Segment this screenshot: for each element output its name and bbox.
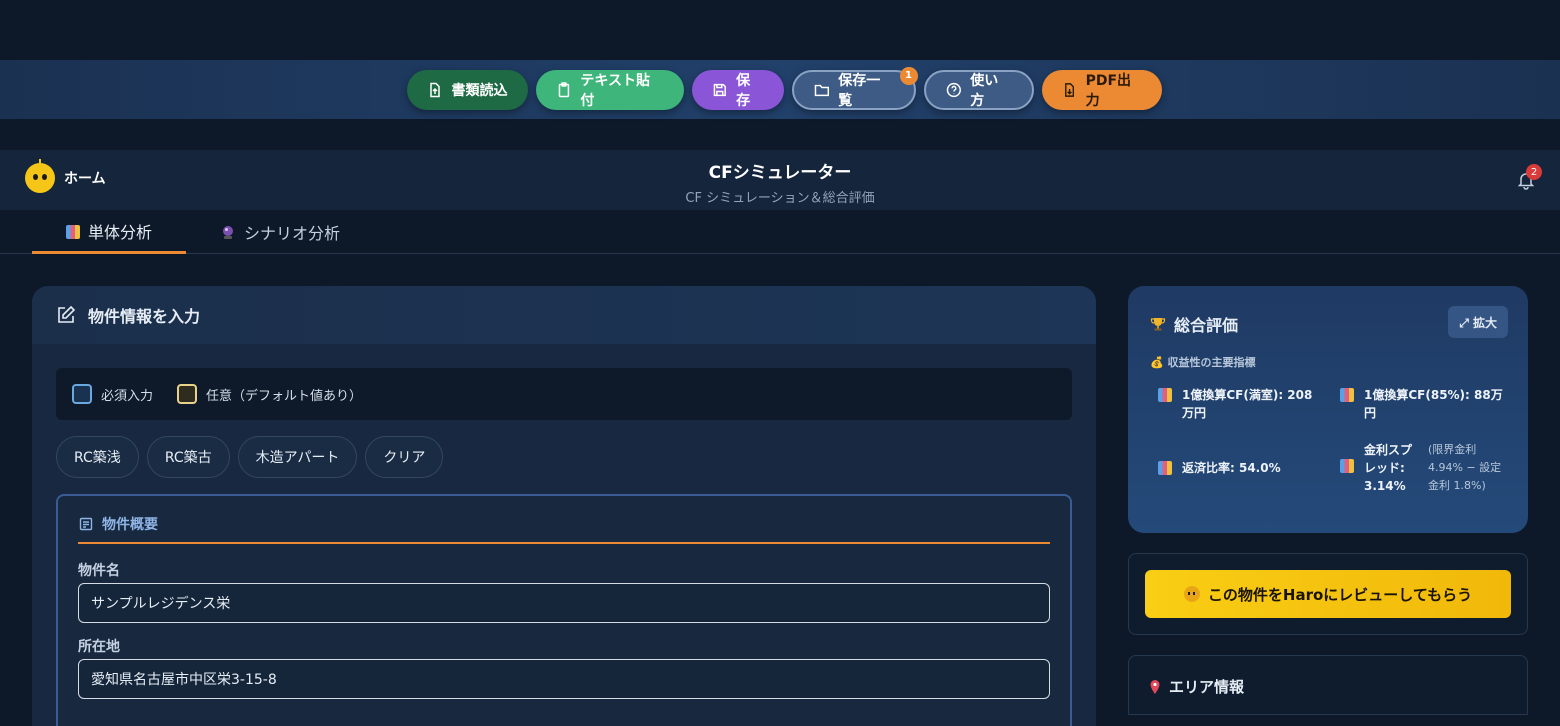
clear-button[interactable]: クリア bbox=[365, 436, 444, 478]
money-bag-icon: 💰 bbox=[1150, 356, 1164, 369]
notifications-button[interactable]: 2 bbox=[1516, 164, 1542, 190]
metric-repayment-value: 返済比率: 54.0% bbox=[1182, 461, 1281, 475]
saved-list-label: 保存一覧 bbox=[838, 72, 881, 109]
review-card: この物件をHaroにレビューしてもらう bbox=[1128, 553, 1528, 635]
read-docs-label: 書類読込 bbox=[451, 82, 508, 99]
notification-badge: 2 bbox=[1526, 164, 1542, 180]
property-input-panel: 物件情報を入力 必須入力 任意（デフォルト値あり） RC築浅 RC築古 木造アパ… bbox=[32, 286, 1096, 726]
file-upload-icon bbox=[429, 82, 440, 97]
area-info-label: エリア情報 bbox=[1169, 678, 1245, 696]
request-review-label: この物件をHaroにレビューしてもらう bbox=[1207, 585, 1473, 604]
request-review-button[interactable]: この物件をHaroにレビューしてもらう bbox=[1145, 570, 1511, 618]
metric-spread: 金利スプレッド: 3.14% (限界金利4.94% − 設定金利 1.8%) bbox=[1340, 441, 1516, 495]
legend-required: 必須入力 bbox=[72, 384, 153, 404]
section-divider bbox=[78, 542, 1050, 544]
toolbar: 書類読込 テキスト貼付 保存 保存一覧 1 使い方 PDF出力 bbox=[0, 60, 1560, 119]
input-legend: 必須入力 任意（デフォルト値あり） bbox=[56, 368, 1072, 420]
address-label: 所在地 bbox=[78, 639, 120, 655]
metrics-heading: 💰 収益性の主要指標 bbox=[1150, 354, 1256, 370]
metric-spread-value: 金利スプレッド: 3.14% bbox=[1364, 443, 1413, 493]
section-title: 物件概要 bbox=[78, 514, 158, 534]
document-icon bbox=[79, 517, 93, 531]
area-info-card: エリア情報 bbox=[1128, 655, 1528, 715]
evaluation-title-label: 総合評価 bbox=[1174, 316, 1239, 335]
preset-rc-new-button[interactable]: RC築浅 bbox=[56, 436, 139, 478]
required-swatch bbox=[72, 384, 92, 404]
tab-single-analysis[interactable]: 単体分析 bbox=[32, 210, 186, 254]
tab-scenario-analysis-label: シナリオ分析 bbox=[244, 224, 341, 243]
property-name-label: 物件名 bbox=[78, 563, 120, 579]
metric-cf-85: 1億換算CF(85%): 88万円 bbox=[1340, 386, 1510, 422]
bar-chart-icon bbox=[1340, 459, 1354, 473]
panel-title: 物件情報を入力 bbox=[88, 307, 201, 326]
read-docs-button[interactable]: 書類読込 bbox=[406, 69, 528, 110]
address-input[interactable]: 愛知県名古屋市中区栄3-15-8 bbox=[78, 659, 1050, 699]
optional-swatch bbox=[177, 384, 198, 404]
app-header: ホーム CFシミュレーター CF シミュレーション＆総合評価 2 bbox=[0, 150, 1560, 210]
metric-cf-full: 1億換算CF(満室): 208万円 bbox=[1158, 386, 1318, 422]
panel-header: 物件情報を入力 bbox=[32, 286, 1096, 344]
preset-wooden-button[interactable]: 木造アパート bbox=[237, 436, 358, 478]
help-circle-icon bbox=[946, 82, 961, 97]
pdf-export-label: PDF出力 bbox=[1085, 72, 1132, 109]
metric-repayment: 返済比率: 54.0% bbox=[1158, 459, 1318, 477]
saved-list-button[interactable]: 保存一覧 1 bbox=[791, 66, 918, 110]
trophy-icon bbox=[1150, 318, 1166, 331]
page-title: CFシミュレーター bbox=[708, 163, 852, 183]
tab-bar: 単体分析 シナリオ分析 bbox=[0, 210, 1560, 254]
bar-chart-icon bbox=[1158, 388, 1172, 402]
legend-required-label: 必須入力 bbox=[101, 388, 154, 404]
pdf-export-button[interactable]: PDF出力 bbox=[1041, 69, 1162, 110]
tab-scenario-analysis[interactable]: シナリオ分析 bbox=[186, 210, 374, 254]
metric-spread-note: (限界金利4.94% − 設定金利 1.8%) bbox=[1428, 443, 1502, 492]
overall-evaluation-card: 総合評価 ⤢ 拡大 💰 収益性の主要指標 1億換算CF(満室): 208万円 1… bbox=[1128, 286, 1528, 533]
title-block: CFシミュレーター CF シミュレーション＆総合評価 bbox=[0, 158, 1560, 206]
expand-button[interactable]: ⤢ 拡大 bbox=[1448, 306, 1508, 338]
preset-rc-old-button[interactable]: RC築古 bbox=[146, 436, 230, 478]
bar-chart-icon bbox=[66, 224, 80, 239]
bar-chart-icon bbox=[1340, 388, 1354, 402]
tab-single-analysis-label: 単体分析 bbox=[88, 222, 153, 242]
howto-button[interactable]: 使い方 bbox=[923, 69, 1034, 110]
howto-label: 使い方 bbox=[970, 72, 999, 109]
metric-cf-85-value: 1億換算CF(85%): 88万円 bbox=[1364, 388, 1503, 420]
floppy-icon bbox=[713, 83, 726, 96]
property-overview-section: 物件概要 物件名 サンプルレジデンス栄 所在地 愛知県名古屋市中区栄3-15-8 bbox=[56, 494, 1072, 726]
bar-chart-icon bbox=[1158, 461, 1172, 475]
preset-buttons: RC築浅 RC築古 木造アパート クリア bbox=[56, 436, 444, 478]
folder-icon bbox=[814, 84, 829, 96]
evaluation-title: 総合評価 bbox=[1150, 312, 1238, 336]
legend-optional-label: 任意（デフォルト値あり） bbox=[206, 388, 363, 404]
saved-count-badge: 1 bbox=[899, 66, 918, 85]
crystal-ball-icon bbox=[223, 226, 233, 239]
paste-text-label: テキスト貼付 bbox=[580, 72, 650, 109]
property-name-input[interactable]: サンプルレジデンス栄 bbox=[78, 583, 1050, 623]
clipboard-icon bbox=[558, 81, 569, 97]
metric-cf-full-value: 1億換算CF(満室): 208万円 bbox=[1182, 388, 1313, 420]
section-title-label: 物件概要 bbox=[102, 517, 158, 533]
pin-icon bbox=[1150, 679, 1160, 694]
area-info-title: エリア情報 bbox=[1147, 676, 1244, 697]
edit-icon bbox=[58, 305, 76, 323]
page-subtitle: CF シミュレーション＆総合評価 bbox=[685, 191, 875, 206]
save-label: 保存 bbox=[736, 72, 751, 109]
file-download-icon bbox=[1064, 82, 1074, 97]
paste-text-button[interactable]: テキスト貼付 bbox=[535, 69, 684, 110]
save-button[interactable]: 保存 bbox=[691, 69, 784, 110]
mascot-icon bbox=[1183, 586, 1200, 602]
metrics-heading-label: 収益性の主要指標 bbox=[1167, 356, 1256, 369]
legend-optional: 任意（デフォルト値あり） bbox=[177, 384, 362, 404]
